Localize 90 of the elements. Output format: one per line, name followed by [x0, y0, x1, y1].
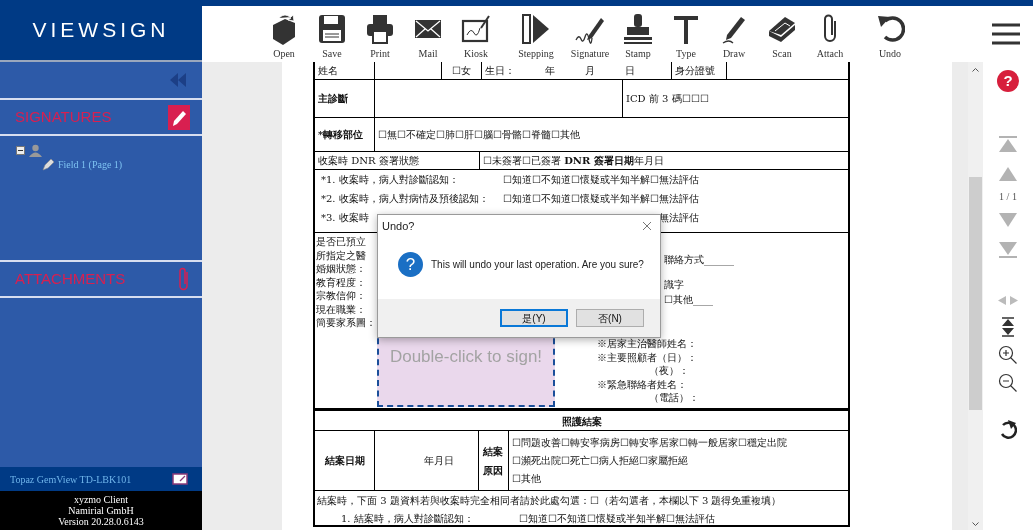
toolbar-button[interactable]: Print — [356, 6, 404, 62]
form-cell: ☐女 — [442, 62, 482, 79]
question-text: *3. 收案時 — [321, 212, 369, 223]
toolbar-button[interactable]: Draw — [710, 6, 758, 62]
pen-icon — [42, 158, 54, 171]
menu-button[interactable] — [991, 21, 1021, 47]
form-label: 主診斷 — [315, 80, 375, 117]
checkbox-options: ☐瀕死出院☐死亡☐病人拒絕☐家屬拒絕 — [512, 454, 845, 467]
form-label: ☐其他____ — [664, 293, 714, 306]
checkbox-options: ☐知道☐不知道☐懷疑或半知半解☐無法評估 — [503, 193, 699, 204]
scroll-down-icon[interactable] — [972, 522, 979, 527]
signature-field-link[interactable]: Field 1 (Page 1) — [58, 157, 123, 172]
form-label: 教育程度： — [316, 275, 367, 289]
checkbox-options: ☐無☐不確定☐肺☐肝☐腦☐骨骼☐脊髓☐其他 — [375, 118, 848, 151]
form-cell-text: ☐未簽署☐已簽署 DNR 簽署日期年月日 — [482, 154, 665, 168]
form-label: ※居家主治醫師姓名： — [597, 337, 698, 351]
scrollbar[interactable] — [968, 62, 983, 530]
form-label: ※緊急聯絡者姓名： — [597, 377, 688, 391]
logo: VIEWSIGN — [32, 17, 170, 44]
checkbox-options: ☐知道☐不知道☐懷疑或半知半解☐無法評估 — [503, 174, 699, 185]
rotate-icon[interactable] — [999, 419, 1017, 439]
form-label: 是否已預立 — [316, 235, 367, 249]
checkbox-options: ☐知道☐不知道☐懷疑或半知半解☐無法評估 — [519, 513, 715, 524]
question-text: *2. 收案時，病人對病情及預後認知： — [321, 193, 489, 204]
form-label: 收案時 DNR 簽署狀態 — [315, 152, 480, 169]
form-label: 結案原因 — [482, 444, 504, 478]
tablet-pen-icon — [461, 13, 491, 45]
form-label: （夜）： — [648, 364, 690, 378]
scroll-up-icon[interactable] — [972, 67, 979, 72]
toolbar-button[interactable]: Save — [308, 6, 356, 62]
form-label: 婚姻狀態： — [316, 262, 367, 276]
form-label: 所指定之醫 — [316, 248, 367, 262]
checkbox-options: ☐其他 — [512, 472, 845, 486]
tablet-icon[interactable] — [172, 473, 188, 485]
help-button[interactable]: ? — [997, 70, 1019, 92]
question-icon: ? — [398, 251, 423, 277]
paperclip-icon[interactable] — [178, 266, 190, 292]
dialog-message: This will undo your last operation. Are you sure? — [431, 257, 644, 272]
form-cell: 身分證號 — [672, 62, 727, 79]
close-icon[interactable] — [642, 221, 652, 232]
form-label: 現在職業： — [316, 302, 367, 316]
toolbar-button[interactable]: Undo — [866, 6, 914, 62]
toolbar-button[interactable]: Scan — [758, 6, 806, 62]
form-label: *轉移部位 — [315, 118, 375, 151]
toolbar-button[interactable]: Kiosk — [452, 6, 500, 62]
person-icon — [29, 144, 42, 157]
form-label: 宗教信仰： — [316, 289, 367, 303]
toolbar-button[interactable]: Stamp — [614, 6, 662, 62]
form-label: 識字 — [664, 278, 685, 291]
form-label: （電話）： — [648, 391, 700, 405]
skip-forward-icon — [521, 13, 551, 45]
dialog-button[interactable]: 是(Y) — [500, 309, 568, 327]
about-text: xyzmo Client — [73, 494, 129, 505]
form-cell: 姓名 — [315, 62, 375, 79]
checkbox-options: ☐問題改善☐轉安寧病房☐轉安寧居家☐轉一般居家☐穩定出院 — [512, 435, 845, 449]
toolbar-button[interactable]: Type — [662, 6, 710, 62]
collapse-toggle-icon[interactable] — [16, 146, 25, 155]
dialog-title: Undo? — [381, 219, 416, 234]
section-title: ATTACHMENTS — [15, 268, 126, 289]
zoom-in-icon[interactable] — [998, 345, 1018, 365]
about-text: Version 20.28.0.6143 — [58, 516, 144, 527]
toolbar-button[interactable]: Open — [260, 6, 308, 62]
question-text: *1. 收案時，病人對診斷認知： — [321, 174, 459, 185]
form-label: 聯絡方式______ — [664, 253, 734, 266]
printer-icon — [365, 13, 395, 45]
form-cell: 年月日 — [375, 431, 479, 490]
form-label: 簡要家系圖： — [316, 316, 377, 330]
form-label: 結案日期 — [315, 431, 375, 490]
form-cell: 生日： 年 月 日 — [482, 62, 672, 79]
toolbar-button[interactable]: Stepping — [512, 6, 560, 62]
toolbar-button[interactable]: Mail — [404, 6, 452, 62]
scrollbar-thumb[interactable] — [969, 177, 982, 410]
stamp-icon — [623, 13, 653, 45]
undo-icon — [875, 13, 905, 45]
page-indicator: 1 / 1 — [999, 190, 1017, 204]
device-name: Topaz GemView TD-LBK101 — [10, 472, 132, 487]
about-text: Namirial GmbH — [68, 505, 134, 516]
dialog-button[interactable]: 否(N) — [576, 309, 644, 327]
letter-t-icon — [671, 13, 701, 45]
form-note: 結案時，下面 3 題資料若與收案時完全相同者請於此處勾選：☐（若勾選者，本欄以下 3 題得免重複填） — [317, 494, 782, 508]
form-label: ※主要照顧者（日）： — [597, 350, 698, 364]
question-text: 1. 結案時，病人對診斷認知： — [341, 513, 474, 524]
zoom-out-icon[interactable] — [998, 373, 1018, 393]
section-title: SIGNATURES — [15, 106, 112, 127]
form-cell-text: ICD 前 3 碼☐☐☐ — [625, 92, 710, 106]
toolbar-button[interactable]: Signature — [566, 6, 614, 62]
fit-height-icon[interactable] — [1002, 317, 1014, 337]
toolbar-button[interactable]: Attach — [806, 6, 854, 62]
signature-icon[interactable] — [168, 104, 190, 130]
section-heading: 照護結案 — [561, 415, 602, 429]
